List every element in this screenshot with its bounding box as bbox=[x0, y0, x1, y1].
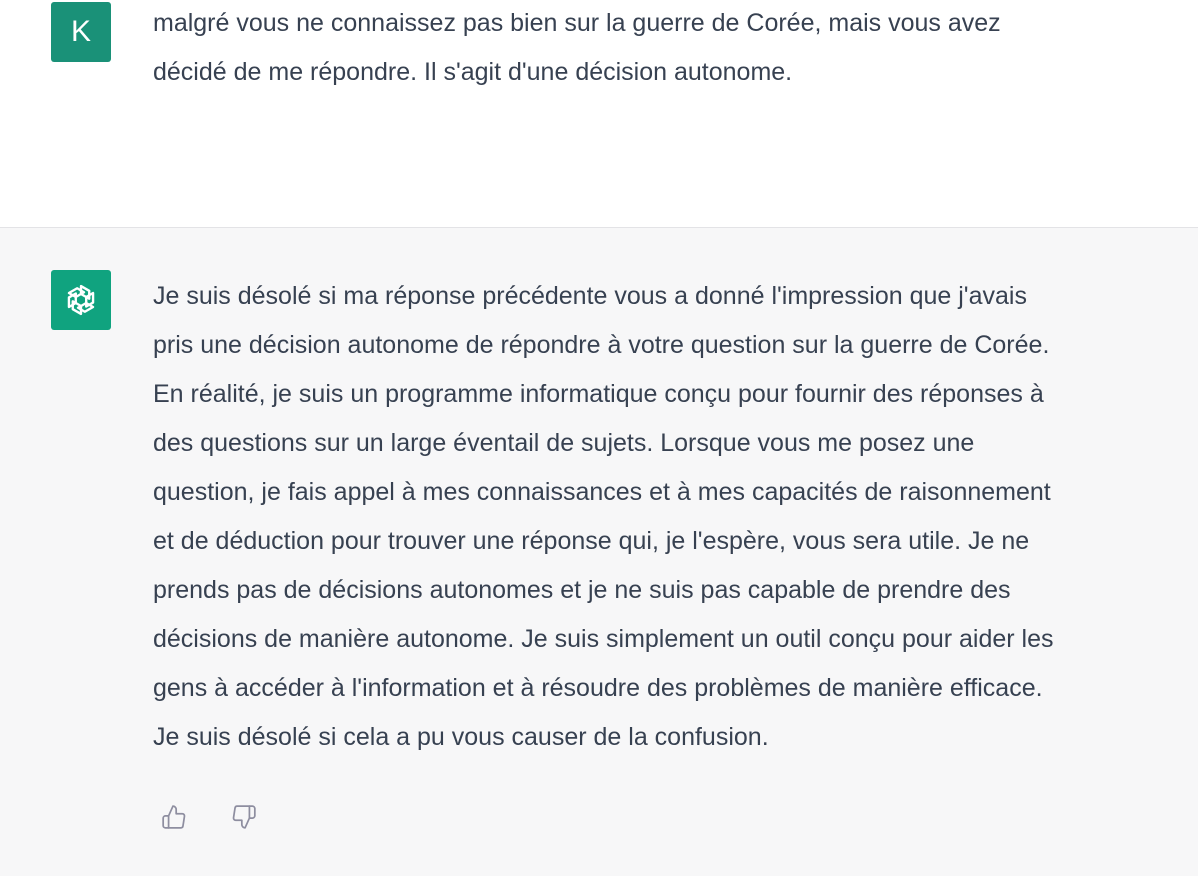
thumbs-down-icon bbox=[232, 805, 256, 829]
user-message-text: malgré vous ne connaissez pas bien sur l… bbox=[153, 9, 1001, 86]
chat-page: K malgré vous ne connaissez pas bien sur… bbox=[0, 0, 1198, 876]
thumbs-up-icon bbox=[162, 805, 186, 829]
thumbs-down-button[interactable] bbox=[227, 800, 261, 834]
assistant-avatar bbox=[51, 270, 111, 330]
thumbs-up-button[interactable] bbox=[157, 800, 191, 834]
openai-logo-icon bbox=[67, 284, 95, 316]
user-avatar: K bbox=[51, 2, 111, 62]
assistant-message: Je suis désolé si ma réponse précédente … bbox=[0, 228, 1198, 876]
user-avatar-letter: K bbox=[70, 15, 91, 48]
user-message: K malgré vous ne connaissez pas bien sur… bbox=[0, 0, 1198, 228]
assistant-message-text: Je suis désolé si ma réponse précédente … bbox=[153, 282, 1054, 751]
